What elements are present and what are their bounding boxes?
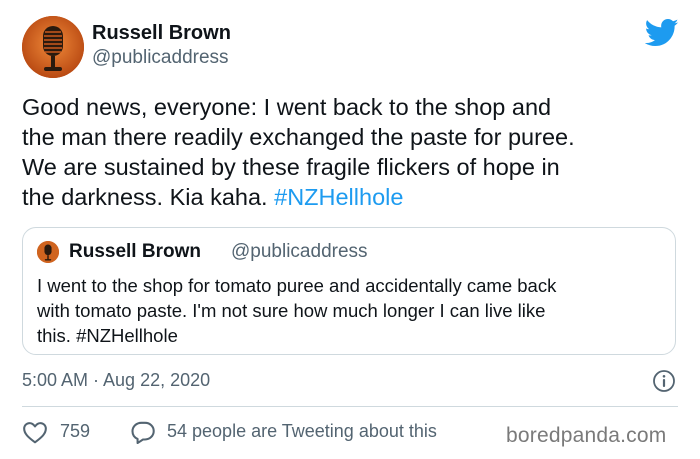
quoted-author-handle: @publicaddress	[231, 241, 368, 262]
source-watermark: boredpanda.com	[506, 424, 667, 447]
tweet-text: Good news, everyone: I went back to the …	[22, 92, 682, 212]
author-avatar[interactable]	[22, 16, 84, 78]
quoted-line: with tomato paste. I'm not sure how much…	[37, 300, 546, 321]
info-icon[interactable]	[652, 369, 676, 393]
heart-icon[interactable]	[22, 420, 48, 444]
quoted-tweet-text: I went to the shop for tomato puree and …	[37, 273, 667, 348]
speech-bubble-icon[interactable]	[130, 420, 156, 445]
tweet-line: We are sustained by these fragile flicke…	[22, 154, 560, 180]
tweet-timestamp[interactable]: 5:00 AM · Aug 22, 2020	[22, 370, 210, 391]
like-count[interactable]: 759	[60, 421, 90, 442]
people-tweeting-link[interactable]: 54 people are Tweeting about this	[167, 421, 437, 442]
quoted-tweet[interactable]: Russell Brown @publicaddress I went to t…	[22, 227, 676, 355]
tweet-line: the darkness. Kia kaha. #NZHellhole	[22, 182, 682, 212]
tweet-line-text: the darkness. Kia kaha.	[22, 184, 275, 210]
divider	[22, 406, 678, 407]
tweet-card: Russell Brown @publicaddress Good news, …	[0, 0, 700, 459]
hashtag-link[interactable]: #NZHellhole	[274, 184, 403, 210]
quoted-line: this. #NZHellhole	[37, 325, 178, 346]
author-handle[interactable]: @publicaddress	[92, 47, 229, 69]
quoted-author-avatar	[37, 241, 59, 263]
tweet-line: the man there readily exchanged the past…	[22, 124, 575, 150]
quoted-author-name: Russell Brown	[69, 241, 201, 262]
twitter-bird-icon[interactable]	[644, 18, 679, 48]
tweet-line: Good news, everyone: I went back to the …	[22, 94, 552, 120]
author-name[interactable]: Russell Brown	[92, 22, 231, 45]
quoted-line: I went to the shop for tomato puree and …	[37, 275, 557, 296]
